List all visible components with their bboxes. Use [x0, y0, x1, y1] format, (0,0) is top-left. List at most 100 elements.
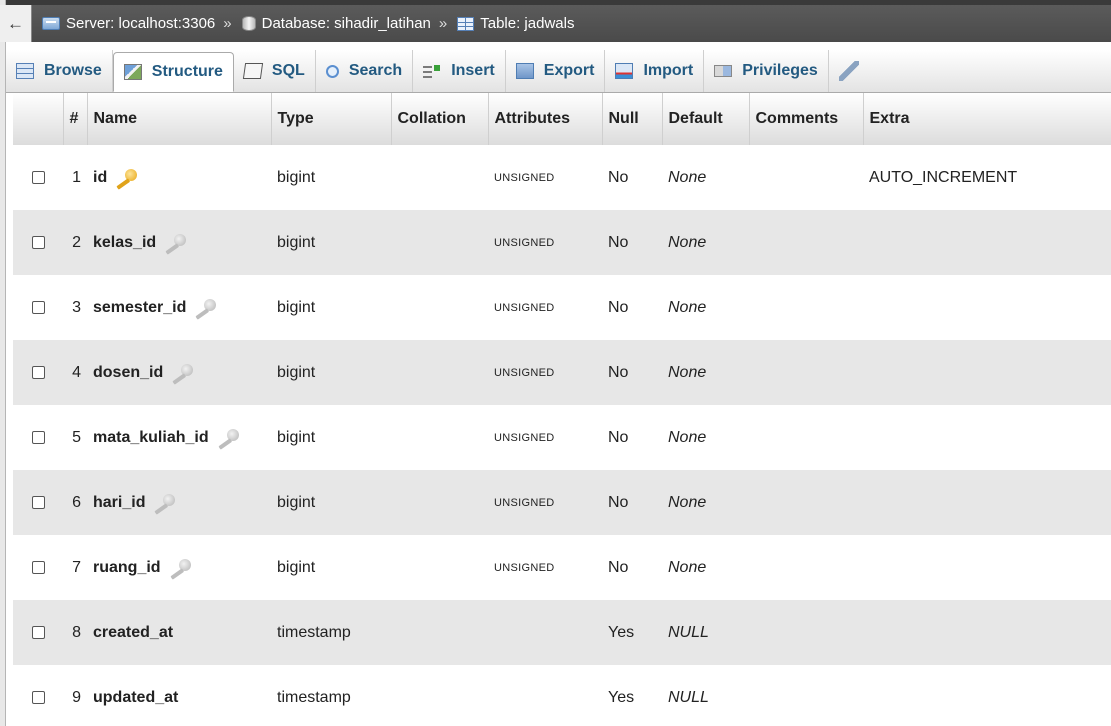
breadcrumb-database-label[interactable]: Database: sihadir_latihan [262, 15, 431, 32]
index-key-icon [217, 429, 239, 445]
table-row[interactable]: 2 kelas_id bigint UNSIGNED No None [13, 210, 1111, 275]
table-row[interactable]: 4 dosen_id bigint UNSIGNED No None [13, 340, 1111, 405]
table-row[interactable]: 7 ruang_id bigint UNSIGNED No None [13, 535, 1111, 600]
tab-browse-label: Browse [44, 62, 102, 79]
column-name: id [93, 168, 108, 186]
tab-insert[interactable]: Insert [413, 50, 506, 92]
breadcrumb-server[interactable]: Server: localhost:3306 [42, 15, 215, 32]
export-icon [515, 63, 534, 79]
table-icon [457, 16, 475, 31]
column-default: NULL [662, 665, 749, 726]
header-name: Name [87, 93, 272, 145]
column-attributes: UNSIGNED [488, 210, 602, 275]
row-checkbox-cell[interactable] [13, 145, 63, 210]
column-type: bigint [271, 340, 391, 405]
insert-icon [423, 63, 442, 79]
column-name-cell: kelas_id [87, 210, 271, 275]
tab-privileges[interactable]: Privileges [704, 50, 829, 92]
header-null: Null [602, 93, 663, 145]
header-number: # [63, 93, 88, 145]
row-checkbox[interactable] [31, 235, 45, 249]
column-null: No [602, 340, 662, 405]
row-checkbox[interactable] [31, 300, 45, 314]
column-comments [749, 600, 863, 665]
column-type: bigint [271, 275, 391, 340]
breadcrumb-separator: » [223, 15, 232, 32]
row-number: 5 [63, 405, 87, 470]
privileges-icon [714, 65, 733, 77]
column-type: timestamp [271, 665, 391, 726]
column-attributes: UNSIGNED [488, 275, 602, 340]
column-attributes: UNSIGNED [488, 340, 602, 405]
structure-icon [123, 64, 142, 80]
row-checkbox-cell[interactable] [13, 470, 63, 535]
header-default: Default [662, 93, 750, 145]
row-checkbox[interactable] [31, 430, 45, 444]
column-null: No [602, 275, 662, 340]
row-checkbox-cell[interactable] [13, 210, 63, 275]
column-attributes: UNSIGNED [488, 405, 602, 470]
column-extra [863, 405, 1111, 470]
tab-operations[interactable] [829, 50, 869, 92]
row-checkbox[interactable] [31, 625, 45, 639]
row-checkbox[interactable] [31, 365, 45, 379]
column-default: None [662, 340, 749, 405]
column-comments [749, 340, 863, 405]
tab-browse[interactable]: Browse [6, 50, 113, 92]
tab-structure-label: Structure [151, 63, 223, 80]
column-null: No [602, 145, 662, 210]
row-checkbox-cell[interactable] [13, 405, 63, 470]
row-checkbox-cell[interactable] [13, 665, 63, 726]
row-number: 9 [63, 665, 87, 726]
tab-sql[interactable]: SQL [234, 50, 316, 92]
breadcrumb-server-label[interactable]: Server: localhost:3306 [66, 15, 215, 32]
tab-import-label: Import [643, 62, 694, 79]
header-checkbox-column [13, 93, 64, 145]
table-row[interactable]: 5 mata_kuliah_id bigint UNSIGNED No None [13, 405, 1111, 470]
table-row[interactable]: 8 created_at timestamp Yes NULL [13, 600, 1111, 665]
table-row[interactable]: 1 id bigint UNSIGNED No None AUTO_INCREMENT [13, 145, 1111, 210]
column-collation [391, 665, 488, 726]
row-number: 3 [63, 275, 87, 340]
row-number: 7 [63, 535, 87, 600]
left-panel-edge[interactable] [0, 0, 6, 726]
header-attributes: Attributes [488, 93, 603, 145]
column-extra [863, 275, 1111, 340]
row-checkbox[interactable] [31, 690, 45, 704]
column-comments [749, 470, 863, 535]
row-checkbox-cell[interactable] [13, 340, 63, 405]
column-default: None [662, 145, 749, 210]
tab-import[interactable]: Import [605, 50, 705, 92]
row-checkbox[interactable] [31, 170, 45, 184]
row-checkbox-cell[interactable] [13, 600, 63, 665]
row-number: 6 [63, 470, 87, 535]
header-comments: Comments [749, 93, 864, 145]
index-key-icon [171, 364, 194, 380]
breadcrumb-database[interactable]: Database: sihadir_latihan [241, 15, 431, 32]
column-name: updated_at [93, 688, 179, 706]
row-checkbox-cell[interactable] [13, 275, 63, 340]
column-collation [391, 470, 488, 535]
tab-search[interactable]: Search [316, 50, 414, 92]
tab-structure[interactable]: Structure [112, 52, 234, 92]
table-row[interactable]: 3 semester_id bigint UNSIGNED No None [13, 275, 1111, 340]
tab-export[interactable]: Export [506, 50, 606, 92]
column-comments [749, 210, 863, 275]
table-row[interactable]: 6 hari_id bigint UNSIGNED No None [13, 470, 1111, 535]
index-key-icon [194, 299, 217, 315]
breadcrumb-separator: » [438, 15, 448, 32]
row-checkbox[interactable] [31, 560, 45, 574]
column-comments [749, 145, 863, 210]
column-name-cell: semester_id [87, 275, 271, 340]
column-null: No [602, 535, 662, 600]
collapse-arrow-icon[interactable]: ← [0, 5, 32, 42]
column-comments [749, 665, 863, 726]
row-checkbox-cell[interactable] [13, 535, 63, 600]
column-default: None [662, 210, 749, 275]
column-name-cell: created_at [87, 600, 271, 665]
breadcrumb-table-label[interactable]: Table: jadwals [480, 15, 574, 32]
column-comments [749, 535, 863, 600]
table-row[interactable]: 9 updated_at timestamp Yes NULL [13, 665, 1111, 726]
row-checkbox[interactable] [31, 495, 45, 509]
breadcrumb-table[interactable]: Table: jadwals [457, 15, 574, 32]
